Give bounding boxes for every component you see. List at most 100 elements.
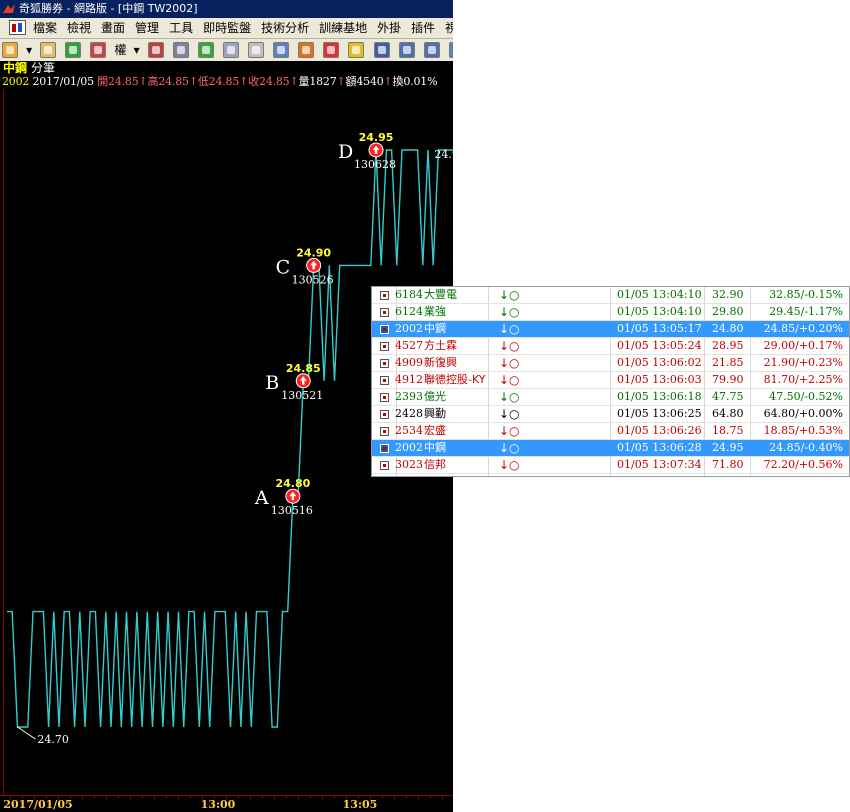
open-folder-icon[interactable] — [2, 42, 18, 58]
marker-letter: A — [254, 487, 269, 509]
quote-row[interactable]: 4909 新復興 ↓○ 01/05 13:06:02 21.85 21.90/+0.23% — [372, 355, 849, 372]
quote-code-cell: 6184 — [395, 288, 423, 301]
table-icon[interactable] — [398, 42, 415, 58]
grid-icon[interactable] — [423, 42, 440, 58]
quote-row[interactable]: 4912 聯德控股-KY ↓○ 01/05 13:06:03 79.90 81.70/+2… — [372, 372, 849, 389]
quote-time-cell: 01/05 13:06:03 — [617, 373, 702, 386]
quote-row[interactable]: 6184 大豐電 ↓○ 01/05 13:04:10 32.90 32.85/-0.15% — [372, 287, 849, 304]
view-label: 分筆 — [31, 61, 56, 75]
quote-row[interactable]: 2393 億光 ↓○ 01/05 13:06:18 47.75 47.50/-0.52% — [372, 389, 849, 406]
menu-item-2[interactable]: 畫面 — [97, 18, 131, 38]
row-flag-icon — [380, 342, 389, 351]
menu-item-6[interactable]: 技術分析 — [257, 18, 315, 38]
tool-bar: ▾ 權 ▾ — [0, 39, 453, 62]
quote-time-cell: 01/05 13:04:10 — [617, 288, 702, 301]
x-axis-label: 13:00 — [201, 798, 236, 811]
chart-logo-icon[interactable] — [9, 20, 26, 35]
pen-icon[interactable] — [348, 42, 365, 58]
quote-turnover: 換0.01% — [392, 75, 438, 88]
row-flag-icon — [380, 410, 389, 419]
quote-row[interactable]: 2002 中鋼 ↓○ 01/05 13:06:28 24.95 24.85/-0.40% — [372, 440, 849, 457]
quote-time-cell: 01/05 13:07:34 — [617, 458, 702, 471]
quote-name-cell: 方土霖 — [424, 339, 457, 352]
window-icon[interactable] — [448, 42, 453, 58]
low-marker-label: 24.70 — [37, 733, 69, 746]
rsi-icon[interactable] — [40, 42, 57, 58]
menu-item-5[interactable]: 即時監盤 — [199, 18, 257, 38]
menu-item-9[interactable]: 插件 — [407, 18, 441, 38]
quote-price-cell: 79.90 — [712, 373, 744, 386]
quote-row[interactable]: 6124 業強 ↓○ 01/05 13:04:10 29.80 29.45/-1.17% — [372, 304, 849, 321]
row-flag-icon — [380, 461, 389, 470]
quote-code-cell: 6124 — [395, 305, 423, 318]
quote-change-cell: 29.00/+0.17% — [763, 339, 843, 352]
search-icon[interactable] — [273, 42, 290, 58]
marker-letter: D — [338, 141, 353, 163]
quote-price-cell: 47.75 — [712, 390, 744, 403]
row-flag-icon — [380, 308, 389, 317]
menu-item-8[interactable]: 外掛 — [373, 18, 407, 38]
quote-change-cell: 81.70/+2.25% — [763, 373, 843, 386]
menu-item-0[interactable]: 檔案 — [29, 18, 63, 38]
marker-time-label: 130516 — [271, 504, 313, 517]
quote-name-cell: 新復興 — [424, 356, 457, 369]
quote-code-cell: 4912 — [395, 373, 423, 386]
alert-icon[interactable] — [298, 42, 315, 58]
row-flag-icon — [380, 359, 389, 368]
quote-row[interactable]: 2002 中鋼 ↓○ 01/05 13:05:17 24.80 24.85/+0.20% — [372, 321, 849, 338]
quote-time-cell: 01/05 13:06:26 — [617, 424, 702, 437]
link-icon[interactable] — [172, 42, 189, 58]
quote-row[interactable]: 2534 宏盛 ↓○ 01/05 13:06:26 18.75 18.85/+0.53% — [372, 423, 849, 440]
quote-price-cell: 32.90 — [712, 288, 744, 301]
copy-icon[interactable] — [223, 42, 240, 58]
quote-change-cell: 24.85/+0.20% — [763, 322, 843, 335]
row-flag-icon — [380, 376, 389, 385]
quote-name-cell: 億光 — [424, 390, 446, 403]
menu-item-3[interactable]: 管理 — [131, 18, 165, 38]
marker-price-label: 24.80 — [275, 477, 310, 490]
resize-icon[interactable] — [90, 42, 107, 58]
quote-time-cell: 01/05 13:06:28 — [617, 441, 702, 454]
quote-arrow-cell: ↓○ — [499, 373, 520, 387]
menu-item-7[interactable]: 訓練基地 — [315, 18, 373, 38]
quote-row[interactable]: 3023 信邦 ↓○ 01/05 13:07:34 71.80 72.20/+0.56% — [372, 457, 849, 474]
rights-button[interactable]: 權 — [115, 39, 127, 61]
fox-app-icon — [3, 4, 15, 13]
rights-dropdown-icon[interactable]: ▾ — [134, 39, 140, 61]
quote-date: 2017/01/05 — [32, 75, 95, 88]
quote-arrow-cell: ↓○ — [499, 441, 520, 455]
marker-time-label: 130526 — [292, 273, 334, 286]
dropdown-arrow-icon[interactable]: ▾ — [26, 39, 32, 61]
quote-change-cell: 64.80/+0.00% — [763, 407, 843, 420]
quote-change-cell: 21.90/+0.23% — [763, 356, 843, 369]
notes-icon[interactable] — [248, 42, 265, 58]
quote-arrow-cell: ↓○ — [499, 458, 520, 472]
quote-price-cell: 21.85 — [712, 356, 744, 369]
quote-name-cell: 信邦 — [424, 458, 446, 471]
quote-code-cell: 4909 — [395, 356, 423, 369]
bar-chart-icon[interactable] — [197, 42, 214, 58]
quote-name-cell: 業強 — [424, 305, 446, 318]
quote-arrow-cell: ↓○ — [499, 356, 520, 370]
marker-letter: C — [276, 256, 291, 278]
quote-low: 低24.85 — [197, 75, 240, 88]
quote-row[interactable]: 4527 方土霖 ↓○ 01/05 13:05:24 28.95 29.00/+0.17% — [372, 338, 849, 355]
quote-row[interactable]: 2428 興勤 ↓○ 01/05 13:06:25 64.80 64.80/+0.00% — [372, 406, 849, 423]
quote-name-cell: 大豐電 — [424, 288, 457, 301]
marker-time-label: 130521 — [281, 389, 323, 402]
quote-change-cell: 18.85/+0.53% — [763, 424, 843, 437]
menu-item-4[interactable]: 工具 — [165, 18, 199, 38]
quote-volume-arrow: ↑ — [336, 75, 346, 88]
row-flag-icon — [380, 393, 389, 402]
menu-item-10[interactable]: 視窗 — [441, 18, 453, 38]
bell-icon[interactable] — [323, 42, 340, 58]
move-icon[interactable] — [65, 42, 82, 58]
quote-list[interactable]: 6184 大豐電 ↓○ 01/05 13:04:10 32.90 32.85/-0.15%… — [371, 286, 850, 477]
quote-code-cell: 2002 — [395, 322, 423, 335]
compare-icon[interactable] — [147, 42, 164, 58]
menu-item-1[interactable]: 檢視 — [63, 18, 97, 38]
quote-volume: 量1827 — [298, 75, 337, 88]
quote-high-arrow: ↑ — [188, 75, 198, 88]
quote-name-cell: 興勤 — [424, 407, 446, 420]
list-icon[interactable] — [373, 42, 390, 58]
